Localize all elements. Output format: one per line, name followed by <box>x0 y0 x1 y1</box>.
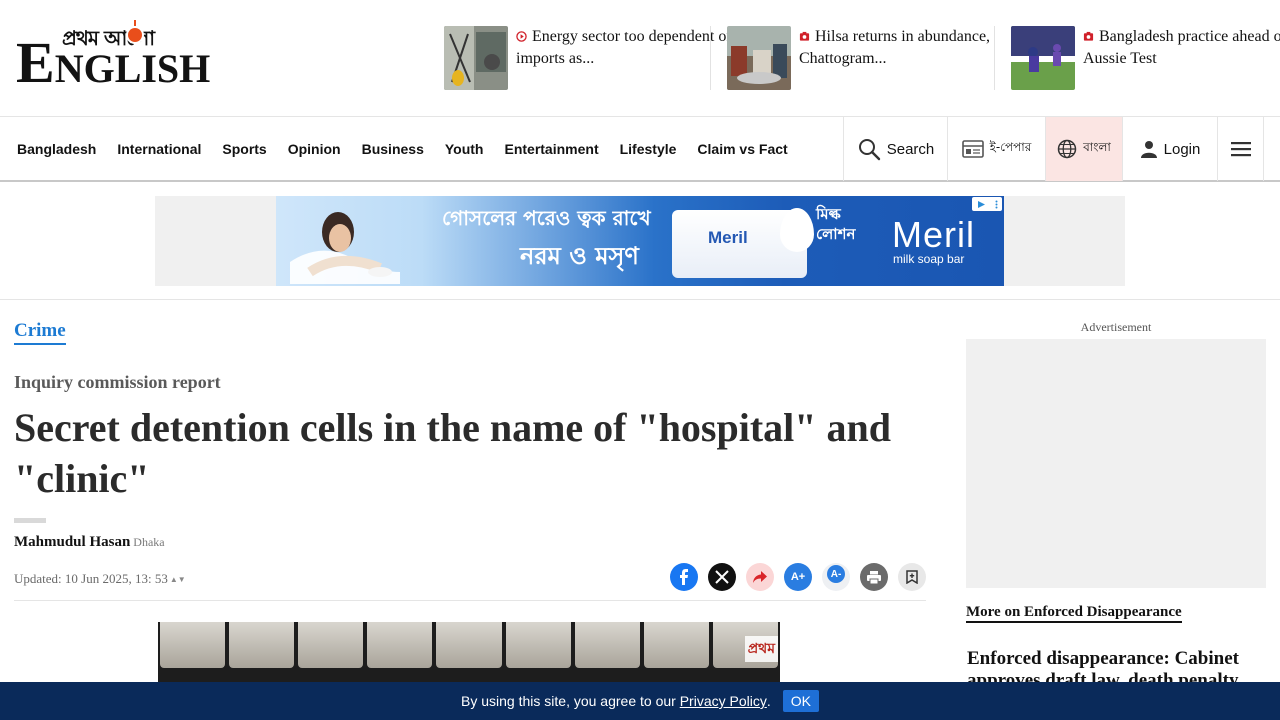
search-icon <box>858 139 880 161</box>
nav-item-bangladesh[interactable]: Bangladesh <box>17 141 96 157</box>
teaser-item[interactable]: Bangladesh practice ahead of Aussie Test <box>1011 26 1280 90</box>
ad-product-label: মিল্ক লোশন <box>816 205 856 243</box>
epaper-button[interactable]: ই-পেপার <box>947 117 1045 181</box>
teaser-title[interactable]: Energy sector too dependent on imports a… <box>516 26 741 90</box>
video-icon <box>516 31 527 42</box>
article-kicker: Inquiry commission report <box>14 372 221 392</box>
share-toolbar: A+ A- <box>670 562 936 592</box>
teaser-item[interactable]: Hilsa returns in abundance, Chattogram..… <box>727 26 1024 90</box>
globe-icon <box>1057 139 1077 159</box>
teaser-divider <box>994 26 995 90</box>
bangla-language-button[interactable]: বাংলা <box>1045 117 1122 181</box>
article-headline: Secret detention cells in the name of "h… <box>14 405 891 501</box>
font-increase-button[interactable]: A+ <box>784 563 812 591</box>
cookie-text: By using this site, you agree to our <box>461 693 676 709</box>
ad-brand: Meril <box>892 214 975 255</box>
cookie-ok-button[interactable]: OK <box>782 690 819 712</box>
print-icon <box>867 570 881 584</box>
photo-icon <box>1083 31 1094 41</box>
sidebar-ad-label: Advertisement <box>1080 320 1152 334</box>
milk-drop-icon <box>780 208 814 252</box>
top-teasers: Energy sector too dependent on imports a… <box>444 26 1280 90</box>
bookmark-button[interactable] <box>898 563 926 591</box>
author-location: Dhaka <box>133 535 165 549</box>
cookie-consent-bar: By using this site, you agree to our Pri… <box>0 682 1280 720</box>
teaser-title-text: Bangladesh practice ahead of Aussie Test <box>1083 28 1280 67</box>
nav-item-opinion[interactable]: Opinion <box>288 141 341 157</box>
teaser-divider <box>710 26 711 90</box>
search-button[interactable]: Search <box>843 117 947 181</box>
cookie-period: . <box>766 693 771 709</box>
photo-icon <box>799 31 810 41</box>
sort-caret-icon: ▲▼ <box>169 575 186 584</box>
article-byline: Mahmudul Hasan Dhaka <box>14 534 165 551</box>
teaser-thumbnail[interactable] <box>444 26 508 90</box>
nav-item-claim-vs-fact[interactable]: Claim vs Fact <box>697 141 787 157</box>
nav-item-international[interactable]: International <box>117 141 201 157</box>
font-decrease-icon: A- <box>827 565 845 583</box>
login-button[interactable]: Login <box>1122 117 1217 181</box>
headline-divider <box>14 518 46 523</box>
font-increase-icon: A+ <box>790 571 806 583</box>
ad-tagline-1: গোসলের পরেও ত্বক রাখে <box>442 206 651 230</box>
menu-icon <box>1230 142 1251 157</box>
facebook-icon <box>680 569 688 585</box>
sidebar-ad-slot <box>966 339 1266 588</box>
adchoices-icon[interactable] <box>972 197 1002 211</box>
privacy-policy-link[interactable]: Privacy Policy <box>680 693 767 709</box>
nav-links: Bangladesh International Sports Opinion … <box>17 117 809 181</box>
article-category-link[interactable]: Crime <box>14 320 66 345</box>
site-logo[interactable]: প্রথম আলো ENGLISH <box>16 20 212 92</box>
search-label: Search <box>886 140 935 158</box>
bangla-label: বাংলা <box>1083 140 1111 154</box>
login-label: Login <box>1163 140 1201 158</box>
author-name[interactable]: Mahmudul Hasan <box>14 534 130 550</box>
article-updated[interactable]: Updated: 10 Jun 2025, 13: 53 ▲▼ <box>14 571 186 587</box>
share-arrow-icon <box>753 571 767 583</box>
user-icon <box>1140 141 1157 158</box>
teaser-title[interactable]: Bangladesh practice ahead of Aussie Test <box>1083 26 1280 90</box>
font-decrease-button[interactable]: A- <box>822 563 850 591</box>
teaser-title[interactable]: Hilsa returns in abundance, Chattogram..… <box>799 26 1024 90</box>
hamburger-menu-button[interactable] <box>1217 117 1264 181</box>
model-illustration <box>290 212 400 284</box>
article-meta-divider <box>14 600 926 601</box>
epaper-label: ই-পেপার <box>989 140 1032 154</box>
nav-item-youth[interactable]: Youth <box>445 141 484 157</box>
ad-tagline-2: নরম ও মসৃণ <box>520 242 639 270</box>
facebook-share-button[interactable] <box>670 563 698 591</box>
teaser-title-text: Energy sector too dependent on imports a… <box>516 28 735 67</box>
site-header: প্রথম আলো ENGLISH Energy sector too depe… <box>0 0 1280 117</box>
bookmark-icon <box>906 570 918 584</box>
nav-actions: Search ই-পেপার বাংলা Login <box>843 117 1280 181</box>
newspaper-icon <box>961 140 984 158</box>
nav-item-sports[interactable]: Sports <box>222 141 266 157</box>
logo-english-text: ENGLISH <box>16 34 210 92</box>
top-ad-strip: গোসলের পরেও ত্বক রাখে নরম ও মসৃণ Meril ম… <box>0 182 1280 300</box>
main-navigation: Bangladesh International Sports Opinion … <box>0 116 1280 182</box>
teaser-title-text: Hilsa returns in abundance, Chattogram..… <box>799 28 991 67</box>
ad-subtitle: milk soap bar <box>893 252 965 266</box>
nav-item-entertainment[interactable]: Entertainment <box>504 141 598 157</box>
logo-rest: NGLISH <box>54 46 211 91</box>
image-watermark: প্রথম <box>744 636 778 662</box>
teaser-thumbnail[interactable] <box>727 26 791 90</box>
updated-text: Updated: 10 Jun 2025, 13: 53 <box>14 571 168 586</box>
teaser-item[interactable]: Energy sector too dependent on imports a… <box>444 26 741 90</box>
x-share-button[interactable] <box>708 563 736 591</box>
soap-brand-text: Meril <box>708 228 748 247</box>
ceiling-lights <box>158 622 780 682</box>
share-button[interactable] <box>746 563 774 591</box>
x-icon <box>715 570 729 584</box>
print-button[interactable] <box>860 563 888 591</box>
meril-banner-ad[interactable]: গোসলের পরেও ত্বক রাখে নরম ও মসৃণ Meril ম… <box>276 196 1004 286</box>
logo-initial: E <box>16 30 55 95</box>
teaser-thumbnail[interactable] <box>1011 26 1075 90</box>
more-on-topic-link[interactable]: More on Enforced Disappearance <box>966 603 1182 623</box>
nav-item-lifestyle[interactable]: Lifestyle <box>620 141 677 157</box>
logo-sun-ray <box>134 20 136 26</box>
nav-item-business[interactable]: Business <box>362 141 424 157</box>
